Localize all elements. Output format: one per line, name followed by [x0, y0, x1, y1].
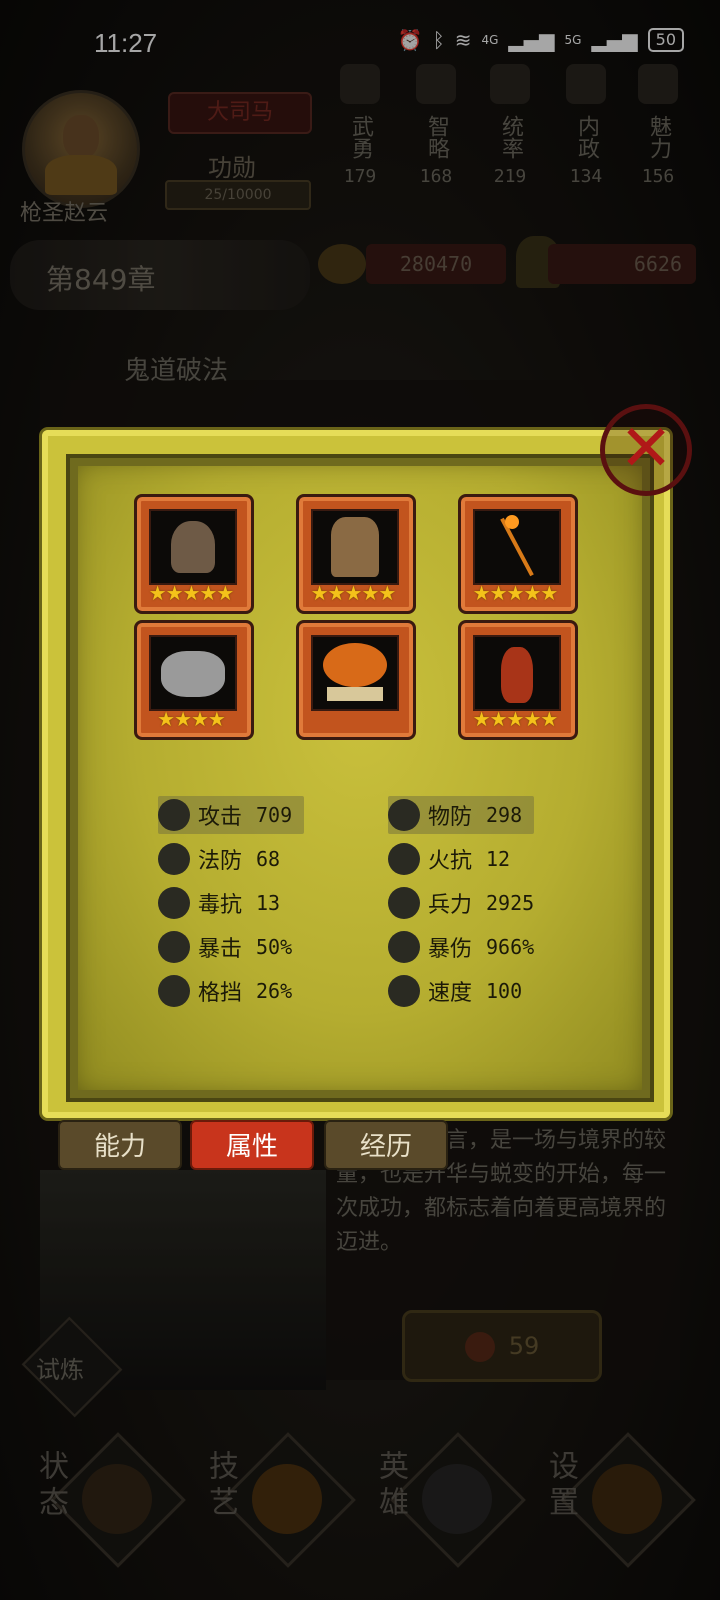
star-rating: ★★★★★: [310, 581, 397, 605]
leaf-icon: [158, 843, 190, 875]
stat-poison-res: 毒抗 13: [158, 884, 280, 922]
lightning-icon: [388, 975, 420, 1007]
heart-icon: [388, 887, 420, 919]
stat-value: 26%: [256, 979, 293, 1003]
stat-block: 格挡 26%: [158, 972, 292, 1010]
vase-icon: [473, 635, 561, 711]
shield-icon: [388, 799, 420, 831]
stat-name: 兵力: [428, 893, 473, 918]
equip-slot-staff[interactable]: ★★★★★: [458, 494, 578, 614]
helmet-icon: [149, 509, 237, 585]
tab-history[interactable]: 经历: [324, 1120, 448, 1170]
stat-name: 格挡: [198, 981, 243, 1006]
star-rating: ★★★★★: [472, 707, 559, 731]
staff-icon: [473, 509, 561, 585]
star-rating: ★★★★★: [148, 581, 235, 605]
stat-name: 速度: [428, 981, 473, 1006]
armor-icon: [311, 509, 399, 585]
stat-value: 68: [256, 847, 281, 871]
tab-ability[interactable]: 能力: [58, 1120, 182, 1170]
stat-name: 物防: [428, 805, 473, 830]
stat-value: 50%: [256, 935, 293, 959]
tree-book-icon: [311, 635, 399, 711]
stat-name: 暴伤: [428, 937, 473, 962]
equip-slot-armor[interactable]: ★★★★★: [296, 494, 416, 614]
stat-value: 2925: [486, 891, 535, 915]
stat-value: 100: [486, 979, 523, 1003]
tiger-icon: [149, 635, 237, 711]
modal-tabs: 能力 属性 经历: [58, 1120, 458, 1172]
stat-value: 13: [256, 891, 281, 915]
block-shield-icon: [158, 975, 190, 1007]
crossed-swords-icon: [158, 799, 190, 831]
close-button[interactable]: ✕: [600, 404, 692, 496]
stat-phys-def: 物防 298: [388, 796, 535, 834]
stat-troops: 兵力 2925: [388, 884, 534, 922]
flame-icon: [388, 843, 420, 875]
stat-name: 暴击: [198, 937, 243, 962]
stat-value: 966%: [486, 935, 535, 959]
stat-magic-def: 法防 68: [158, 840, 280, 878]
burst-icon: [388, 931, 420, 963]
stat-value: 298: [486, 803, 523, 827]
close-icon: ✕: [619, 412, 673, 486]
tab-attributes[interactable]: 属性: [190, 1120, 314, 1170]
star-rating: ★★★★★: [472, 581, 559, 605]
stat-name: 毒抗: [198, 893, 243, 918]
stat-value: 12: [486, 847, 511, 871]
skull-icon: [158, 887, 190, 919]
star-rating: ★★★★: [157, 707, 226, 731]
stat-crit-damage: 暴伤 966%: [388, 928, 534, 966]
equip-slot-book[interactable]: [296, 620, 416, 740]
equip-slot-mount[interactable]: ★★★★: [134, 620, 254, 740]
stat-crit: 暴击 50%: [158, 928, 292, 966]
stat-attack: 攻击 709: [158, 796, 305, 834]
equip-slot-vase[interactable]: ★★★★★: [458, 620, 578, 740]
stat-fire-res: 火抗 12: [388, 840, 510, 878]
stat-name: 攻击: [198, 805, 243, 830]
stat-value: 709: [256, 803, 293, 827]
equip-slot-helmet[interactable]: ★★★★★: [134, 494, 254, 614]
stat-speed: 速度 100: [388, 972, 522, 1010]
stat-name: 火抗: [428, 849, 473, 874]
stat-name: 法防: [198, 849, 243, 874]
claw-icon: [158, 931, 190, 963]
